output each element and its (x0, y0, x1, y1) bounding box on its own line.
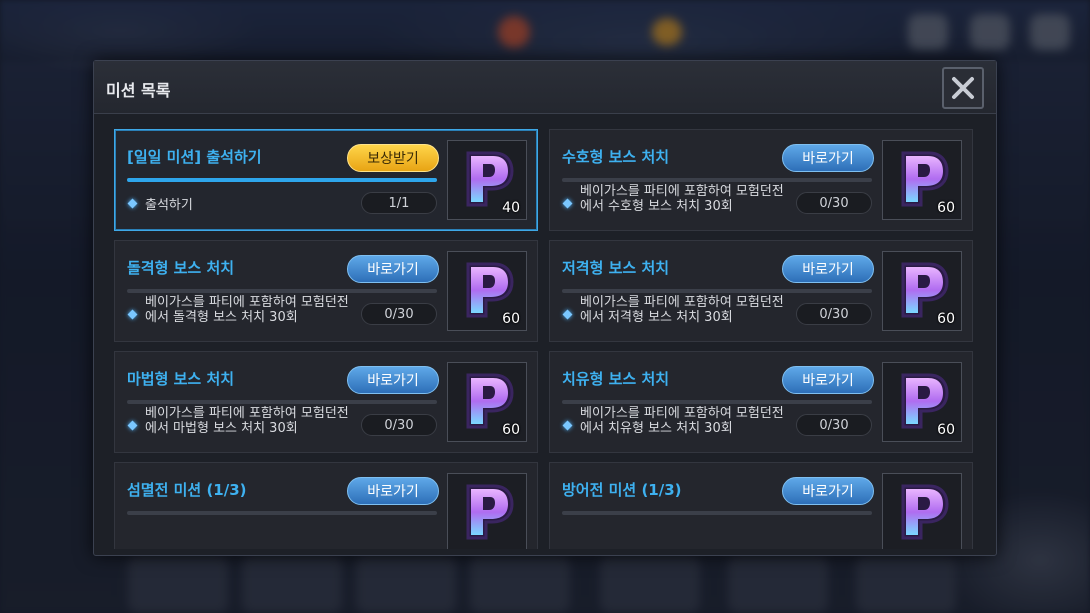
reward-quantity: 40 (502, 200, 520, 216)
bullet-diamond-icon (127, 309, 138, 320)
modal-title: 미션 목록 (106, 81, 171, 100)
go-to-button[interactable]: 바로가기 (347, 366, 439, 394)
mission-progress-bar (562, 511, 872, 515)
go-to-button[interactable]: 바로가기 (782, 144, 874, 172)
reward-slot[interactable]: 40 (447, 140, 527, 220)
modal-header: 미션 목록 (94, 61, 996, 114)
mission-card: 수호형 보스 처치 바로가기베이가스를 파티에 포함하여 모험던전에서 수호형 보… (549, 129, 973, 231)
mission-list[interactable]: [일일 미션] 출석하기 보상받기 출석하기 1/1 40 수호형 보스 처치 바로가기 베이… (114, 129, 974, 549)
mission-progress-bar (127, 178, 437, 182)
close-button[interactable] (942, 67, 984, 109)
bullet-diamond-icon (127, 198, 138, 209)
reward-quantity: 60 (937, 200, 955, 216)
reward-quantity: 60 (937, 422, 955, 438)
mission-progress-bar (562, 178, 872, 182)
mission-card: 저격형 보스 처치 바로가기베이가스를 파티에 포함하여 모험던전에서 저격형 보… (549, 240, 973, 342)
mission-title: 방어전 미션 (1/3) (562, 481, 682, 499)
mission-card: [일일 미션] 출석하기 보상받기출석하기 1/1 40 (114, 129, 538, 231)
reward-slot[interactable]: 60 (447, 251, 527, 331)
reward-quantity: 60 (502, 311, 520, 327)
mission-progress-bar (127, 511, 437, 515)
mission-progress-bar (562, 400, 872, 404)
mission-title: 수호형 보스 처치 (562, 148, 670, 166)
mission-progress-bar (127, 289, 437, 293)
reward-slot[interactable] (882, 473, 962, 549)
mission-title: [일일 미션] 출석하기 (127, 148, 262, 166)
p-point-icon (466, 484, 514, 540)
reward-slot[interactable] (447, 473, 527, 549)
mission-list-modal: 미션 목록 [일일 미션] 출석하기 보상받기출석하기 1/1 40 수호형 보스 처치… (93, 60, 997, 556)
bullet-diamond-icon (562, 309, 573, 320)
go-to-button[interactable]: 바로가기 (347, 477, 439, 505)
bullet-diamond-icon (562, 198, 573, 209)
mission-card: 방어전 미션 (1/3) 바로가기 (549, 462, 973, 549)
p-point-icon (901, 484, 949, 540)
mission-description: 베이가스를 파티에 포함하여 모험던전에서 저격형 보스 처치 30회 (580, 295, 784, 325)
mission-title: 돌격형 보스 처치 (127, 259, 235, 277)
mission-description: 베이가스를 파티에 포함하여 모험던전에서 치유형 보스 처치 30회 (580, 406, 784, 436)
mission-card: 돌격형 보스 처치 바로가기베이가스를 파티에 포함하여 모험던전에서 돌격형 보… (114, 240, 538, 342)
reward-quantity: 60 (502, 422, 520, 438)
mission-count: 0/30 (361, 414, 437, 436)
mission-description: 베이가스를 파티에 포함하여 모험던전에서 돌격형 보스 처치 30회 (145, 295, 349, 325)
reward-slot[interactable]: 60 (447, 362, 527, 442)
mission-title: 치유형 보스 처치 (562, 370, 670, 388)
mission-description: 베이가스를 파티에 포함하여 모험던전에서 마법형 보스 처치 30회 (145, 406, 349, 436)
mission-count: 0/30 (796, 303, 872, 325)
bullet-diamond-icon (562, 420, 573, 431)
go-to-button[interactable]: 바로가기 (782, 366, 874, 394)
bullet-diamond-icon (127, 420, 138, 431)
mission-description: 베이가스를 파티에 포함하여 모험던전에서 수호형 보스 처치 30회 (580, 184, 784, 214)
go-to-button[interactable]: 바로가기 (347, 255, 439, 283)
reward-quantity: 60 (937, 311, 955, 327)
reward-slot[interactable]: 60 (882, 362, 962, 442)
mission-progress-bar (127, 400, 437, 404)
mission-title: 섬멸전 미션 (1/3) (127, 481, 247, 499)
mission-description: 출석하기 (145, 198, 193, 213)
mission-card: 치유형 보스 처치 바로가기베이가스를 파티에 포함하여 모험던전에서 치유형 보… (549, 351, 973, 453)
mission-count: 0/30 (796, 414, 872, 436)
mission-count: 0/30 (796, 192, 872, 214)
mission-count: 1/1 (361, 192, 437, 214)
mission-card: 마법형 보스 처치 바로가기베이가스를 파티에 포함하여 모험던전에서 마법형 보… (114, 351, 538, 453)
reward-slot[interactable]: 60 (882, 140, 962, 220)
claim-reward-button[interactable]: 보상받기 (347, 144, 439, 172)
mission-progress-bar (562, 289, 872, 293)
mission-title: 마법형 보스 처치 (127, 370, 235, 388)
reward-slot[interactable]: 60 (882, 251, 962, 331)
mission-title: 저격형 보스 처치 (562, 259, 670, 277)
go-to-button[interactable]: 바로가기 (782, 255, 874, 283)
mission-count: 0/30 (361, 303, 437, 325)
mission-card: 섬멸전 미션 (1/3) 바로가기 (114, 462, 538, 549)
go-to-button[interactable]: 바로가기 (782, 477, 874, 505)
close-icon (952, 77, 974, 99)
